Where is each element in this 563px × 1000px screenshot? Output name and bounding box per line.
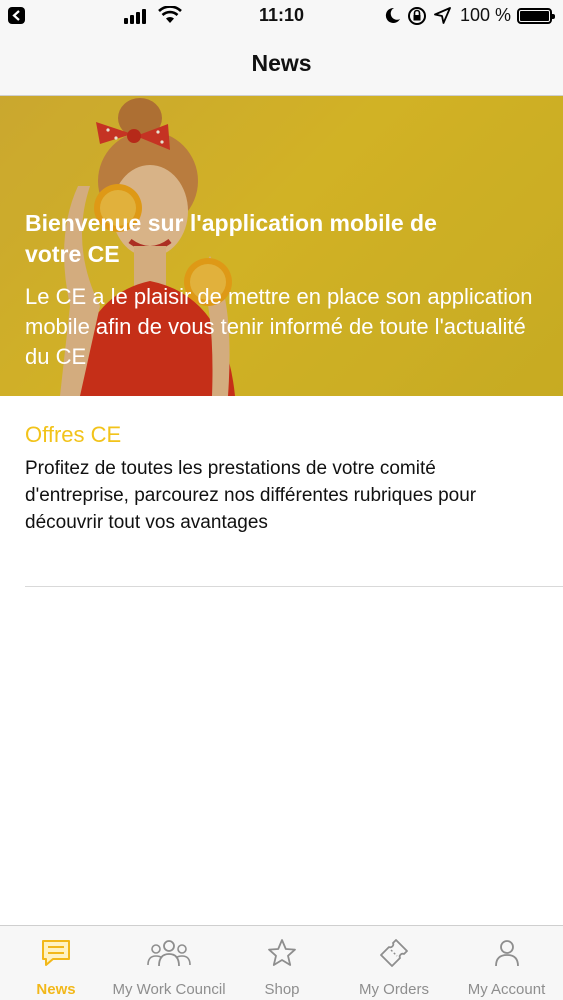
moon-icon: [385, 7, 400, 23]
tab-label: My Account: [467, 981, 546, 998]
location-icon: [434, 7, 451, 24]
hero-description: Le CE a le plaisir de mettre en place so…: [25, 284, 533, 369]
tab-label: My Orders: [358, 981, 429, 998]
offer-title: Offres CE: [25, 422, 122, 447]
divider: [25, 586, 563, 587]
hero-title: Bienvenue sur l'application mobile de vo…: [25, 210, 437, 267]
offer-card[interactable]: Offres CE Profitez de toutes les prestat…: [25, 420, 545, 536]
tab-label: My Work Council: [112, 981, 226, 998]
news-icon: [42, 940, 70, 966]
tab-label: News: [36, 981, 76, 998]
person-icon: [494, 940, 519, 967]
tab-my-orders[interactable]: My Orders: [338, 926, 450, 1000]
tab-my-work-council[interactable]: My Work Council: [112, 926, 226, 1000]
tab-label: Shop: [264, 981, 300, 998]
tab-news[interactable]: News: [0, 926, 112, 1000]
page-title: News: [251, 50, 312, 76]
status-bar: 11:10 100 %: [0, 0, 563, 32]
battery-percent: 100 %: [460, 5, 512, 25]
navigation-bar: News: [0, 32, 563, 96]
star-icon: [268, 939, 296, 966]
group-icon: [147, 940, 191, 967]
hero-banner[interactable]: Bienvenue sur l'application mobile de vo…: [0, 96, 563, 396]
tab-bar: News My Work Council Shop My Orders My A…: [0, 925, 563, 1000]
rotation-lock-icon: [408, 7, 426, 25]
offer-description: Profitez de toutes les prestations de vo…: [25, 458, 477, 533]
ticket-icon: [380, 939, 408, 967]
tab-shop[interactable]: Shop: [226, 926, 338, 1000]
battery-icon: [517, 8, 555, 24]
tab-my-account[interactable]: My Account: [450, 926, 563, 1000]
